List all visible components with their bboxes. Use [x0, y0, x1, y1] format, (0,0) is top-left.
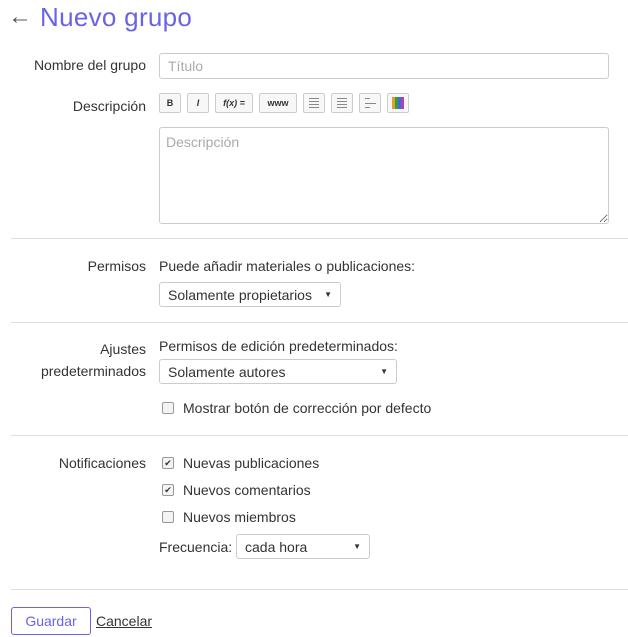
permissions-select[interactable]: Solamente propietarios ▼ [159, 282, 341, 307]
permissions-select-value: Solamente propietarios [168, 286, 312, 303]
notification-option: Nuevos miembros [162, 509, 296, 525]
numbered-list-icon[interactable] [331, 93, 353, 113]
link-icon[interactable]: www [259, 93, 297, 113]
cancel-link[interactable]: Cancelar [96, 613, 152, 629]
permissions-label: Permisos [87, 258, 146, 274]
notification-option: ✔ Nuevas publicaciones [162, 455, 319, 471]
new-posts-checkbox[interactable]: ✔ [162, 457, 174, 469]
group-name-input[interactable] [159, 53, 609, 79]
new-posts-label: Nuevas publicaciones [183, 455, 320, 471]
notification-option: ✔ Nuevos comentarios [162, 482, 311, 498]
save-button[interactable]: Guardar [11, 607, 91, 635]
section-divider [11, 322, 628, 323]
formula-icon[interactable]: f(x) = [215, 93, 253, 113]
defaults-question: Permisos de edición predeterminados: [159, 338, 398, 354]
defaults-label-line1: Ajustes [100, 341, 146, 357]
default-edit-permissions-select[interactable]: Solamente autores ▼ [159, 359, 397, 384]
correction-button-label: Mostrar botón de corrección por defecto [183, 400, 432, 416]
arrow-left-icon[interactable]: ← [8, 5, 34, 29]
section-divider [11, 238, 628, 239]
bullet-list-icon[interactable] [303, 93, 325, 113]
default-edit-permissions-value: Solamente autores [168, 363, 286, 380]
defaults-label-line2: predeterminados [40, 363, 146, 379]
new-comments-checkbox[interactable]: ✔ [162, 484, 174, 496]
frequency-select[interactable]: cada hora ▼ [236, 534, 370, 559]
page-header: ← Nuevo grupo [8, 0, 192, 34]
new-comments-label: Nuevos comentarios [183, 482, 311, 498]
defaults-label: Ajustes predeterminados [41, 338, 146, 382]
frequency-select-value: cada hora [245, 538, 308, 555]
description-textarea[interactable] [159, 127, 609, 224]
description-label: Descripción [72, 98, 146, 114]
correction-button-option: Mostrar botón de corrección por defecto [162, 400, 431, 416]
group-name-label: Nombre del grupo [33, 57, 146, 73]
section-divider [11, 435, 628, 436]
chevron-down-icon: ▼ [324, 290, 332, 299]
color-palette-icon[interactable] [387, 93, 409, 113]
bold-icon[interactable]: B [159, 93, 181, 113]
section-divider [11, 589, 628, 590]
new-members-label: Nuevos miembros [183, 509, 296, 525]
correction-button-checkbox[interactable] [162, 402, 174, 414]
italic-icon[interactable]: I [187, 93, 209, 113]
new-members-checkbox[interactable] [162, 511, 174, 523]
notifications-label: Notificaciones [58, 455, 146, 471]
description-toolbar: B I f(x) = www [159, 93, 409, 115]
frequency-label: Frecuencia: [159, 539, 233, 555]
indent-icon[interactable] [359, 93, 381, 113]
page-title: Nuevo grupo [40, 1, 193, 32]
permissions-question: Puede añadir materiales o publicaciones: [159, 258, 416, 274]
chevron-down-icon: ▼ [353, 542, 361, 551]
chevron-down-icon: ▼ [380, 367, 388, 376]
